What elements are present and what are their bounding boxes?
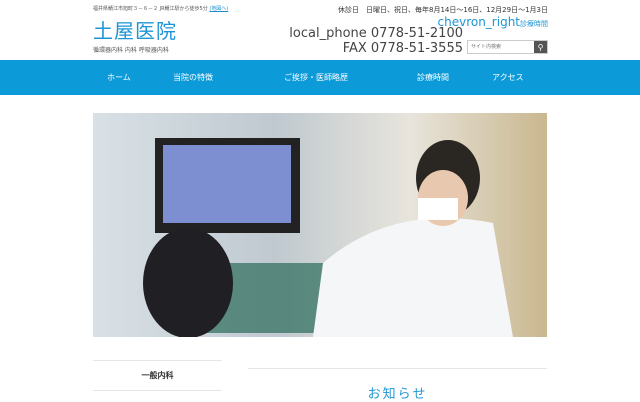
map-link[interactable]: (地図へ) [209, 6, 228, 12]
closed-days: 休診日 日曜日、祝日、毎年8月14日～16日、12月29日～1月3日 [338, 6, 548, 14]
divider [93, 390, 222, 391]
subtitle: 循環器内科 内科 呼吸器内科 [93, 47, 169, 54]
hero-image [93, 113, 547, 337]
nav-home[interactable]: ホーム [107, 72, 131, 83]
clinic-photo [143, 138, 513, 337]
address-text: 福井県鯖江市旭町３－６－２ JR鯖江駅から徒歩5分 [93, 6, 208, 12]
logo[interactable]: 土屋医院 [93, 15, 177, 44]
nav-features[interactable]: 当院の特徴 [173, 72, 213, 83]
fax: FAX 0778-51-3555 [342, 41, 463, 56]
phone-number: 0778-51-2100 [370, 26, 463, 41]
main-nav: ホーム 当院の特徴 ご挨拶・医師略歴 診療時間 アクセス [0, 60, 640, 95]
search-icon: ⚲ [537, 42, 544, 52]
phone: local_phone 0778-51-2100 [289, 26, 463, 41]
search-form: ⚲ [467, 40, 548, 54]
news-title: お知らせ [367, 387, 428, 402]
sidebar-item-general-medicine[interactable]: 一般内科 [93, 370, 222, 381]
divider [248, 368, 547, 369]
divider [93, 360, 222, 361]
search-input[interactable] [468, 41, 534, 53]
phone-icon: local_phone [289, 26, 367, 41]
nav-greeting[interactable]: ご挨拶・医師略歴 [284, 72, 348, 83]
address: 福井県鯖江市旭町３－６－２ JR鯖江駅から徒歩5分 (地図へ) [93, 5, 228, 12]
search-button[interactable]: ⚲ [534, 41, 547, 53]
nav-access[interactable]: アクセス [492, 72, 524, 83]
hours-link-label: 診療時間 [520, 20, 548, 28]
nav-hours[interactable]: 診療時間 [417, 72, 449, 83]
